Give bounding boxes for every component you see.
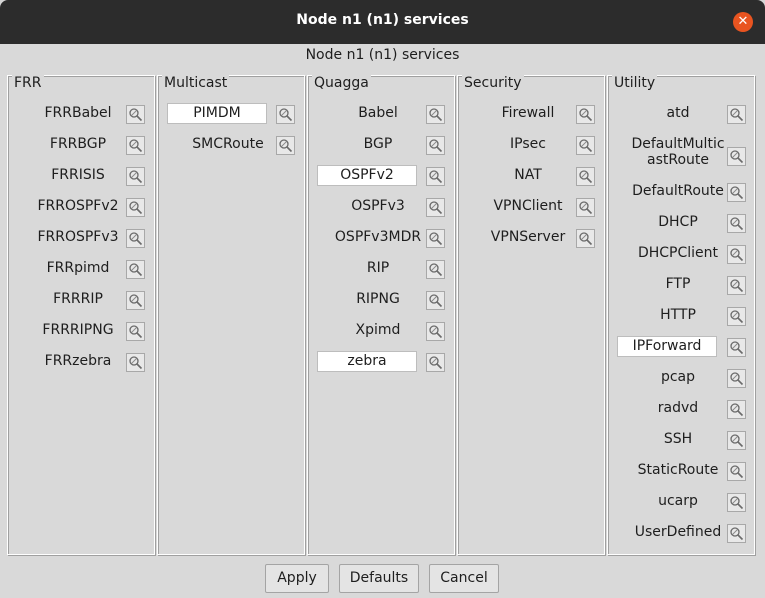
- service-toggle-vpnserver[interactable]: VPNServer: [474, 229, 582, 245]
- configure-icon[interactable]: [126, 105, 145, 124]
- column-title: FRR: [12, 75, 44, 91]
- service-toggle-radvd[interactable]: radvd: [624, 400, 732, 416]
- service-toggle-ospfv2[interactable]: OSPFv2: [317, 165, 417, 186]
- window-title: Node n1 (n1) services: [296, 12, 469, 28]
- service-toggle-ospfv3[interactable]: OSPFv3: [324, 198, 432, 214]
- configure-icon[interactable]: [426, 260, 445, 279]
- configure-icon[interactable]: [126, 322, 145, 341]
- column-title: Quagga: [312, 75, 371, 91]
- service-toggle-ftp[interactable]: FTP: [624, 276, 732, 292]
- service-toggle-bgp[interactable]: BGP: [324, 136, 432, 152]
- service-toggle-dhcpclient[interactable]: DHCPClient: [624, 245, 732, 261]
- configure-icon[interactable]: [727, 214, 746, 233]
- column-title: Multicast: [162, 75, 230, 91]
- configure-icon[interactable]: [576, 105, 595, 124]
- configure-icon[interactable]: [426, 105, 445, 124]
- configure-icon[interactable]: [576, 136, 595, 155]
- configure-icon[interactable]: [576, 229, 595, 248]
- close-icon[interactable]: ✕: [733, 12, 753, 32]
- service-toggle-ospfv3mdr[interactable]: OSPFv3MDR: [324, 229, 432, 245]
- service-toggle-ipsec[interactable]: IPsec: [474, 136, 582, 152]
- configure-icon[interactable]: [727, 147, 746, 166]
- service-toggle-pimdm[interactable]: PIMDM: [167, 103, 267, 124]
- service-toggle-frrbgp[interactable]: FRRBGP: [24, 136, 132, 152]
- configure-icon[interactable]: [126, 353, 145, 372]
- column-title: Security: [462, 75, 524, 91]
- configure-icon[interactable]: [576, 198, 595, 217]
- service-toggle-rip[interactable]: RIP: [324, 260, 432, 276]
- configure-icon[interactable]: [426, 198, 445, 217]
- configure-icon[interactable]: [426, 229, 445, 248]
- configure-icon[interactable]: [276, 136, 295, 155]
- configure-icon[interactable]: [426, 322, 445, 341]
- dialog-heading: Node n1 (n1) services: [305, 47, 460, 63]
- service-toggle-babel[interactable]: Babel: [324, 105, 432, 121]
- configure-icon[interactable]: [426, 136, 445, 155]
- service-toggle-pcap[interactable]: pcap: [624, 369, 732, 385]
- configure-icon[interactable]: [727, 183, 746, 202]
- service-toggle-http[interactable]: HTTP: [624, 307, 732, 323]
- service-toggle-staticroute[interactable]: StaticRoute: [624, 462, 732, 478]
- configure-icon[interactable]: [426, 167, 445, 186]
- service-toggle-atd[interactable]: atd: [624, 105, 732, 121]
- service-label-line: astRoute: [646, 152, 709, 168]
- apply-button[interactable]: Apply: [265, 564, 329, 593]
- service-toggle-ipforward[interactable]: IPForward: [617, 336, 717, 357]
- service-toggle-ssh[interactable]: SSH: [624, 431, 732, 447]
- configure-icon[interactable]: [727, 338, 746, 357]
- configure-icon[interactable]: [727, 462, 746, 481]
- service-toggle-frrpimd[interactable]: FRRpimd: [24, 260, 132, 276]
- configure-icon[interactable]: [727, 369, 746, 388]
- service-toggle-ucarp[interactable]: ucarp: [624, 493, 732, 509]
- service-toggle-smcroute[interactable]: SMCRoute: [174, 136, 282, 152]
- column-title: Utility: [612, 75, 658, 91]
- configure-icon[interactable]: [126, 136, 145, 155]
- configure-icon[interactable]: [126, 167, 145, 186]
- configure-icon[interactable]: [276, 105, 295, 124]
- window-titlebar[interactable]: Node n1 (n1) services ✕: [0, 0, 765, 44]
- service-toggle-dhcp[interactable]: DHCP: [624, 214, 732, 230]
- configure-icon[interactable]: [126, 229, 145, 248]
- service-toggle-vpnclient[interactable]: VPNClient: [474, 198, 582, 214]
- service-toggle-xpimd[interactable]: Xpimd: [324, 322, 432, 338]
- configure-icon[interactable]: [126, 260, 145, 279]
- configure-icon[interactable]: [727, 493, 746, 512]
- configure-icon[interactable]: [727, 431, 746, 450]
- service-toggle-userdefined[interactable]: UserDefined: [624, 524, 732, 540]
- configure-icon[interactable]: [727, 307, 746, 326]
- configure-icon[interactable]: [727, 245, 746, 264]
- configure-icon[interactable]: [727, 276, 746, 295]
- service-toggle-nat[interactable]: NAT: [474, 167, 582, 183]
- service-toggle-zebra[interactable]: zebra: [317, 351, 417, 372]
- service-toggle-frrripng[interactable]: FRRRIPNG: [24, 322, 132, 338]
- configure-icon[interactable]: [727, 524, 746, 543]
- service-label-line: DefaultMultic: [631, 136, 725, 152]
- configure-icon[interactable]: [126, 198, 145, 217]
- service-toggle-ripng[interactable]: RIPNG: [324, 291, 432, 307]
- cancel-button[interactable]: Cancel: [429, 564, 499, 593]
- service-toggle-firewall[interactable]: Firewall: [474, 105, 582, 121]
- service-toggle-frrisis[interactable]: FRRISIS: [24, 167, 132, 183]
- configure-icon[interactable]: [727, 105, 746, 124]
- service-toggle-defaultroute[interactable]: DefaultRoute: [624, 183, 732, 199]
- service-toggle-defaultmulticastroute[interactable]: DefaultMultic astRoute: [624, 136, 732, 168]
- service-toggle-frrospfv2[interactable]: FRROSPFv2: [24, 198, 132, 214]
- service-toggle-frrbabel[interactable]: FRRBabel: [24, 105, 132, 121]
- configure-icon[interactable]: [426, 353, 445, 372]
- service-toggle-frrrip[interactable]: FRRRIP: [24, 291, 132, 307]
- configure-icon[interactable]: [126, 291, 145, 310]
- configure-icon[interactable]: [727, 400, 746, 419]
- service-toggle-frrzebra[interactable]: FRRzebra: [24, 353, 132, 369]
- defaults-button[interactable]: Defaults: [339, 564, 419, 593]
- configure-icon[interactable]: [426, 291, 445, 310]
- configure-icon[interactable]: [576, 167, 595, 186]
- service-toggle-frrospfv3[interactable]: FRROSPFv3: [24, 229, 132, 245]
